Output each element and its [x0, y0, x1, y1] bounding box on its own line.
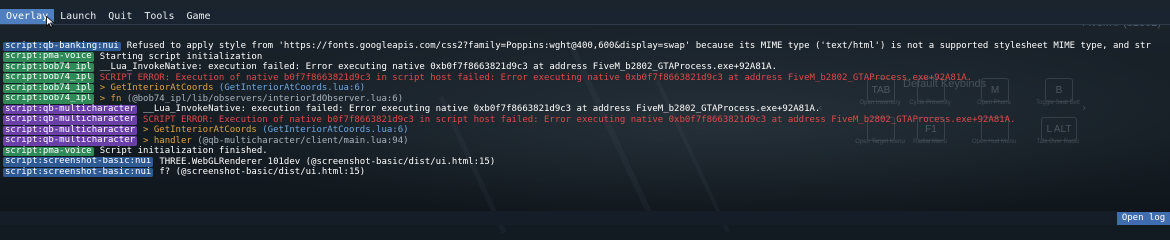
log-row: script:qb-multicharacter SCRIPT ERROR: Ex… [3, 115, 1170, 126]
log-message: THREE.WebGLRenderer 101dev (@screenshot-… [159, 156, 496, 167]
log-message: > GetInteriorAtCoords [99, 83, 219, 93]
log-row: script:pma-voice Script initialization fi… [3, 146, 1170, 157]
log-message: > fn [99, 93, 127, 104]
log-message: SCRIPT ERROR: Execution of native b0f7f8… [143, 114, 1016, 125]
log-row: script:bob74_ipl SCRIPT ERROR: Execution … [3, 73, 1170, 84]
log-message: Starting script initialization [99, 51, 263, 62]
log-message: (@bob74_ipl/lib/observers/interiorIdObse… [126, 93, 404, 104]
log-message: (GetInteriorAtCoords.lua:6) [262, 125, 409, 135]
log-message: Script initialization finished. [99, 146, 268, 156]
log-source-tag: script:bob74_ipl [3, 83, 94, 93]
log-source-tag: script:screenshot-basic:nui [3, 156, 154, 167]
log-message: (@qb-multicharacter/client/main.lua:94) [197, 135, 409, 146]
log-source-tag: script:qb-multicharacter [3, 135, 138, 146]
open-log-button[interactable]: Open log [1117, 212, 1170, 225]
log-source-tag: script:qb-banking:nui [3, 41, 121, 51]
log-source-tag: script:pma-voice [3, 146, 94, 156]
menu-item-game[interactable]: Game [180, 9, 216, 24]
console-log[interactable]: script:qb-banking:nui Refused to apply st… [3, 41, 1170, 178]
log-row: script:qb-multicharacter __Lua_InvokeNati… [3, 104, 1170, 115]
log-row: script:screenshot-basic:nui THREE.WebGLRe… [3, 157, 1170, 168]
log-message: > GetInteriorAtCoords [143, 125, 263, 135]
log-message: Refused to apply style from 'https://fon… [126, 41, 1151, 51]
log-row: script:bob74_ipl __Lua_InvokeNative: exec… [3, 62, 1170, 73]
log-row: script:pma-voice Starting script initiali… [3, 52, 1170, 63]
menu-item-quit[interactable]: Quit [102, 9, 138, 24]
log-source-tag: script:bob74_ipl [3, 93, 94, 104]
log-message: SCRIPT ERROR: Execution of native b0f7f8… [99, 72, 973, 83]
console-input[interactable] [0, 211, 1117, 225]
log-source-tag: script:screenshot-basic:nui [3, 167, 154, 177]
log-row: script:screenshot-basic:nui f? (@screensh… [3, 167, 1170, 178]
log-row: script:bob74_ipl > fn (@bob74_ipl/lib/obs… [3, 94, 1170, 105]
log-message: __Lua_InvokeNative: execution failed: Er… [99, 62, 778, 72]
log-message: f? (@screenshot-basic/dist/ui.html:15) [159, 167, 366, 177]
log-source-tag: script:bob74_ipl [3, 72, 94, 83]
log-message: (GetInteriorAtCoords.lua:6) [218, 83, 366, 93]
log-row: script:qb-banking:nui Refused to apply st… [3, 41, 1170, 52]
log-source-tag: script:qb-multicharacter [3, 104, 138, 114]
log-source-tag: script:bob74_ipl [3, 62, 94, 72]
log-source-tag: script:pma-voice [3, 51, 94, 62]
log-row: script:qb-multicharacter > handler (@qb-m… [3, 136, 1170, 147]
log-source-tag: script:qb-multicharacter [3, 114, 138, 125]
menu-item-launch[interactable]: Launch [54, 9, 102, 24]
menu-bar: Overlay Launch Quit Tools Game [0, 9, 1170, 25]
menu-item-tools[interactable]: Tools [138, 9, 180, 24]
log-source-tag: script:qb-multicharacter [3, 125, 138, 135]
log-row: script:bob74_ipl > GetInteriorAtCoords (G… [3, 83, 1170, 94]
mouse-cursor-icon [46, 16, 56, 28]
log-message: > handler [143, 135, 198, 146]
log-row: script:qb-multicharacter > GetInteriorAtC… [3, 125, 1170, 136]
log-message: __Lua_InvokeNative: execution failed: Er… [143, 104, 821, 114]
